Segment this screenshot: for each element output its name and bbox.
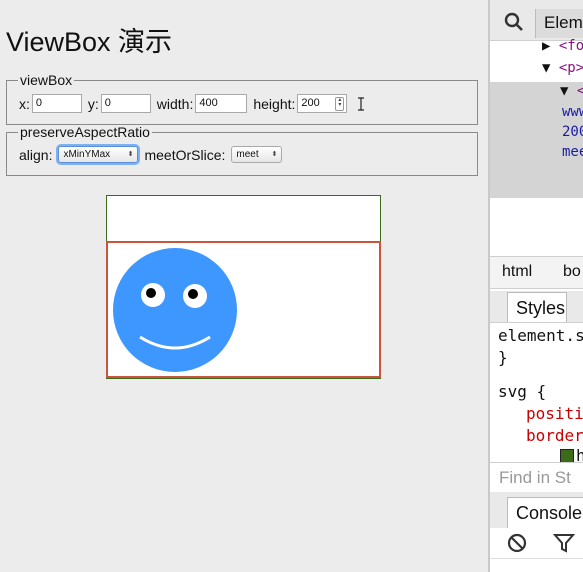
tab-console[interactable]: Console [507,497,583,528]
selected-dom-node[interactable] [490,82,583,198]
color-swatch[interactable] [560,449,574,463]
left-pupil [146,288,156,298]
rule-selector: svg { [498,382,547,401]
breadcrumb: html bo [490,256,583,289]
text-cursor-icon [358,97,364,111]
align-value: xMinYMax [63,149,111,160]
styles-tabbar: Styles [490,291,583,323]
elements-tab[interactable]: Elem [535,9,583,38]
svg-demo [106,195,381,384]
y-input[interactable]: 0 [100,94,151,113]
height-input[interactable]: 200 ▴ ▾ [297,94,348,113]
dom-node[interactable]: ▼ < [560,83,583,99]
find-in-styles-input[interactable]: Find in St [490,462,583,494]
css-property[interactable]: positi [526,404,583,423]
viewbox-legend: viewBox [20,72,73,88]
height-label: height: [253,95,296,112]
demo-svg-canvas [106,195,381,379]
meet-select[interactable]: meet ⬍ [231,146,283,163]
css-property[interactable]: border [526,426,583,445]
devtools-toolbar: Elem [490,0,583,41]
x-input[interactable]: 0 [31,94,82,113]
viewbox-row: x: 0 y: 0 width: 400 height: 200 ▴ ▾ [19,94,353,113]
find-placeholder: Find in St [499,468,571,487]
aspect-legend: preserveAspectRatio [20,124,150,140]
y-label: y: [87,95,99,112]
filter-icon[interactable] [553,532,575,554]
search-icon[interactable] [504,12,524,32]
height-spinner[interactable]: ▴ ▾ [335,97,345,111]
width-label: width: [156,95,194,112]
clear-console-icon[interactable] [506,532,528,554]
align-label: align: [19,146,53,163]
tab-styles[interactable]: Styles [507,292,567,322]
page-title: ViewBox 演示 [6,27,173,57]
dom-attr-text: 200 [562,124,583,140]
height-value: 200 [301,97,320,109]
width-input[interactable]: 400 [195,94,248,113]
select-arrows-icon: ⬍ [271,151,278,158]
meet-value: meet [236,149,259,160]
right-pupil [188,289,198,299]
demo-page: ViewBox 演示 viewBox x: 0 y: 0 width: 400 … [0,0,488,572]
dom-node[interactable]: ▶ <fo [542,38,583,54]
smiley-face [113,248,237,372]
face-circle [113,248,237,372]
dom-attr-text: www [562,104,583,120]
console-toolbar [490,528,583,559]
aspect-row: align: xMinYMax ⬍ meetOrSlice: meet ⬍ [19,146,288,163]
breadcrumb-body[interactable]: bo [563,263,581,281]
console-tabbar: Console [490,492,583,529]
dom-attr-text: mee [562,144,583,160]
devtools-panel: Elem ▶ <fo ▼ <p> ▼ < www 200 mee html bo… [488,0,583,572]
select-arrows-icon: ⬍ [127,151,134,158]
rule-selector: element.s [498,326,583,345]
x-label: x: [19,95,30,112]
meet-label: meetOrSlice: [144,146,226,163]
align-select[interactable]: xMinYMax ⬍ [58,146,139,163]
breadcrumb-html[interactable]: html [502,263,532,281]
rule-close: } [498,348,508,367]
dom-node[interactable]: ▼ <p> [542,60,583,76]
